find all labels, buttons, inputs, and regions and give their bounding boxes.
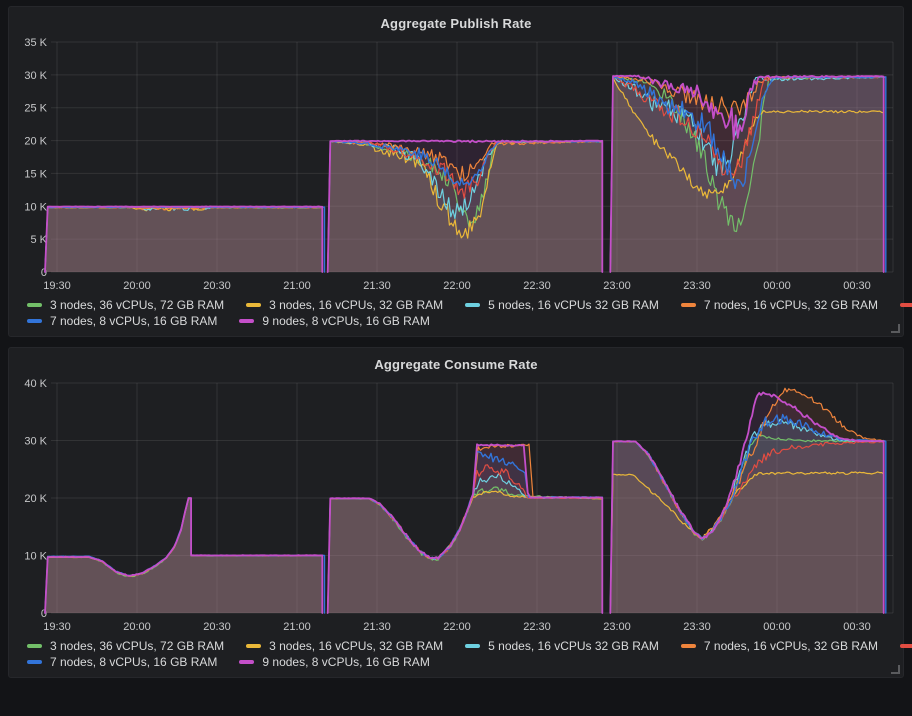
svg-text:30 K: 30 K	[24, 436, 47, 448]
svg-text:10 K: 10 K	[24, 201, 47, 213]
legend-item[interactable]: 7 nodes, 8 vCPUs, 16 GB RAM	[27, 655, 217, 669]
svg-text:00:00: 00:00	[763, 621, 791, 633]
svg-text:19:30: 19:30	[43, 280, 71, 292]
svg-text:20:00: 20:00	[123, 621, 151, 633]
legend-item[interactable]: 7 nodes, 16 vCPUs, 32 GB RAM	[681, 639, 878, 653]
svg-text:19:30: 19:30	[43, 621, 71, 633]
legend-series-swatch	[27, 303, 42, 307]
legend-series-label: 3 nodes, 36 vCPUs, 72 GB RAM	[50, 639, 224, 653]
svg-text:00:00: 00:00	[763, 280, 791, 292]
svg-text:20 K: 20 K	[24, 493, 47, 505]
legend-row: 3 nodes, 36 vCPUs, 72 GB RAM 3 nodes, 16 …	[27, 298, 899, 312]
legend-item[interactable]: 3 nodes, 16 vCPUs, 32 GB RAM	[246, 298, 443, 312]
svg-text:35 K: 35 K	[24, 37, 47, 49]
consume-chart[interactable]: 010 K20 K30 K40 K19:3020:0020:3021:0021:…	[13, 375, 899, 635]
legend-row: 3 nodes, 36 vCPUs, 72 GB RAM 3 nodes, 16 …	[27, 639, 899, 653]
legend-item[interactable]: 5 nodes, 16 vCPUs 32 GB RAM	[465, 298, 659, 312]
legend-series-label: 7 nodes, 8 vCPUs, 16 GB RAM	[50, 314, 217, 328]
svg-text:23:00: 23:00	[603, 621, 631, 633]
svg-text:22:00: 22:00	[443, 621, 471, 633]
legend-series-swatch	[27, 660, 42, 664]
svg-text:21:30: 21:30	[363, 621, 391, 633]
legend-series-label: 7 nodes, 8 vCPUs, 16 GB RAM	[50, 655, 217, 669]
svg-text:10 K: 10 K	[24, 551, 47, 563]
legend-row: 7 nodes, 8 vCPUs, 16 GB RAM 9 nodes, 8 vC…	[27, 314, 899, 328]
legend-item[interactable]: 3 nodes, 16 vCPUs, 32 GB RAM	[246, 639, 443, 653]
publish-chart[interactable]: 05 K10 K15 K20 K25 K30 K35 K19:3020:0020…	[13, 34, 899, 294]
legend-series-swatch	[900, 303, 912, 307]
legend-series-swatch	[239, 319, 254, 323]
svg-text:21:00: 21:00	[283, 621, 311, 633]
dashboard: Aggregate Publish Rate 05 K10 K15 K20 K2…	[0, 0, 912, 694]
legend-item[interactable]: 9 nodes, 8 vCPUs, 16 GB RAM	[239, 314, 429, 328]
legend-series-label: 3 nodes, 36 vCPUs, 72 GB RAM	[50, 298, 224, 312]
legend-series-swatch	[246, 303, 261, 307]
legend-series-label: 5 nodes, 16 vCPUs 32 GB RAM	[488, 298, 659, 312]
legend-series-label: 7 nodes, 16 vCPUs, 32 GB RAM	[704, 298, 878, 312]
panel-publish-rate: Aggregate Publish Rate 05 K10 K15 K20 K2…	[8, 6, 904, 337]
svg-text:23:30: 23:30	[683, 621, 711, 633]
legend-series-swatch	[27, 319, 42, 323]
legend-series-label: 3 nodes, 16 vCPUs, 32 GB RAM	[269, 639, 443, 653]
svg-text:20:30: 20:30	[203, 621, 231, 633]
svg-text:22:30: 22:30	[523, 280, 551, 292]
svg-text:5 K: 5 K	[30, 234, 47, 246]
svg-text:00:30: 00:30	[843, 280, 871, 292]
legend-series-label: 9 nodes, 8 vCPUs, 16 GB RAM	[262, 655, 429, 669]
legend-item[interactable]: 7 nodes, 8 vCPUs, 16 GB RAM	[27, 314, 217, 328]
panel-consume-rate: Aggregate Consume Rate 010 K20 K30 K40 K…	[8, 347, 904, 678]
svg-text:22:00: 22:00	[443, 280, 471, 292]
svg-text:21:00: 21:00	[283, 280, 311, 292]
panel-resize-handle[interactable]	[891, 665, 900, 674]
legend-series-swatch	[681, 303, 696, 307]
legend-series-swatch	[681, 644, 696, 648]
legend-row: 7 nodes, 8 vCPUs, 16 GB RAM 9 nodes, 8 vC…	[27, 655, 899, 669]
legend-item[interactable]: 5 nodes, 8 vCPUs, 16 GB RAM	[900, 639, 912, 653]
consume-legend: 3 nodes, 36 vCPUs, 72 GB RAM 3 nodes, 16 …	[13, 635, 899, 675]
svg-text:15 K: 15 K	[24, 168, 47, 180]
legend-series-swatch	[900, 644, 912, 648]
svg-text:20:00: 20:00	[123, 280, 151, 292]
svg-text:21:30: 21:30	[363, 280, 391, 292]
legend-series-swatch	[27, 644, 42, 648]
svg-text:20:30: 20:30	[203, 280, 231, 292]
legend-series-swatch	[465, 303, 480, 307]
legend-series-swatch	[246, 644, 261, 648]
svg-text:00:30: 00:30	[843, 621, 871, 633]
svg-text:23:30: 23:30	[683, 280, 711, 292]
svg-text:22:30: 22:30	[523, 621, 551, 633]
legend-series-label: 7 nodes, 16 vCPUs, 32 GB RAM	[704, 639, 878, 653]
publish-legend: 3 nodes, 36 vCPUs, 72 GB RAM 3 nodes, 16 …	[13, 294, 899, 334]
panel-title-publish[interactable]: Aggregate Publish Rate	[13, 11, 899, 34]
legend-series-label: 9 nodes, 8 vCPUs, 16 GB RAM	[262, 314, 429, 328]
legend-series-label: 5 nodes, 16 vCPUs 32 GB RAM	[488, 639, 659, 653]
panel-title-consume[interactable]: Aggregate Consume Rate	[13, 352, 899, 375]
legend-series-swatch	[239, 660, 254, 664]
svg-text:40 K: 40 K	[24, 378, 47, 390]
legend-series-swatch	[465, 644, 480, 648]
panel-resize-handle[interactable]	[891, 324, 900, 333]
legend-item[interactable]: 3 nodes, 36 vCPUs, 72 GB RAM	[27, 298, 224, 312]
legend-series-label: 3 nodes, 16 vCPUs, 32 GB RAM	[269, 298, 443, 312]
legend-item[interactable]: 5 nodes, 16 vCPUs 32 GB RAM	[465, 639, 659, 653]
legend-item[interactable]: 7 nodes, 16 vCPUs, 32 GB RAM	[681, 298, 878, 312]
legend-item[interactable]: 9 nodes, 8 vCPUs, 16 GB RAM	[239, 655, 429, 669]
svg-text:30 K: 30 K	[24, 70, 47, 82]
svg-text:25 K: 25 K	[24, 103, 47, 115]
svg-text:23:00: 23:00	[603, 280, 631, 292]
legend-item[interactable]: 5 nodes, 8 vCPUs, 16 GB RAM	[900, 298, 912, 312]
svg-text:20 K: 20 K	[24, 136, 47, 148]
legend-item[interactable]: 3 nodes, 36 vCPUs, 72 GB RAM	[27, 639, 224, 653]
